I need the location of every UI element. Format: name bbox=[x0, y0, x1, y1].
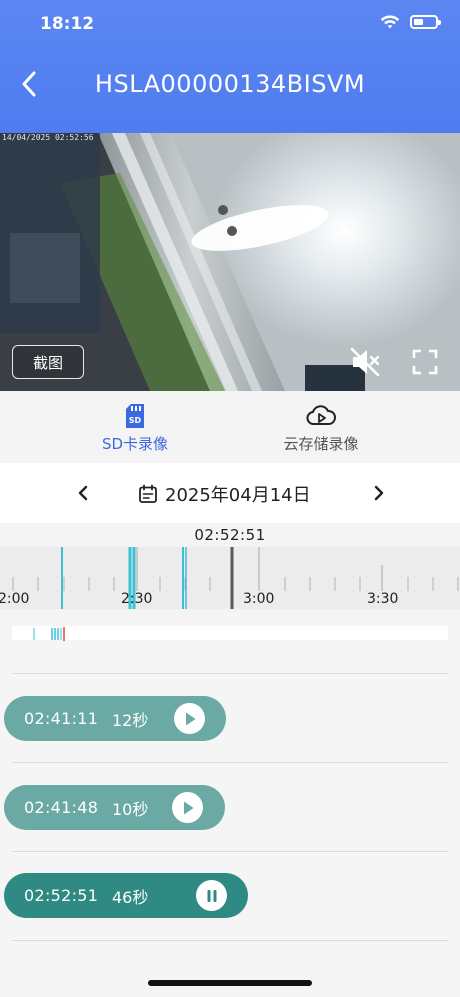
fullscreen-button[interactable] bbox=[410, 347, 440, 377]
date-picker[interactable]: 2025年04月14日 bbox=[138, 481, 311, 507]
home-indicator[interactable] bbox=[148, 980, 312, 986]
selected-date: 2025年04月14日 bbox=[165, 485, 311, 506]
divider bbox=[12, 940, 448, 941]
tab-sd-card-label: SD卡录像 bbox=[101, 435, 169, 453]
cloud-play-icon bbox=[306, 405, 336, 425]
status-time: 18:12 bbox=[40, 14, 95, 34]
divider bbox=[12, 762, 448, 763]
recording-source-tabs: SD SD卡录像 云存储录像 bbox=[0, 391, 460, 463]
timeline-overview[interactable] bbox=[12, 626, 448, 641]
play-button[interactable] bbox=[174, 703, 205, 734]
mute-button[interactable] bbox=[348, 345, 382, 379]
calendar-icon bbox=[139, 484, 157, 503]
chevron-right-icon bbox=[374, 485, 384, 501]
status-icons bbox=[380, 14, 441, 30]
top-header: 18:12 HSLA00000134BISVM bbox=[0, 0, 460, 133]
tab-cloud-label: 云存储录像 bbox=[283, 435, 359, 453]
play-button[interactable] bbox=[172, 792, 203, 823]
date-selector: 2025年04月14日 bbox=[0, 463, 460, 523]
clip-duration: 46秒 bbox=[112, 887, 149, 907]
svg-text:SD: SD bbox=[129, 416, 142, 425]
play-icon bbox=[185, 712, 195, 725]
pause-button[interactable] bbox=[196, 880, 227, 911]
wifi-icon bbox=[380, 15, 400, 29]
pause-icon bbox=[207, 889, 216, 902]
clip-start-time: 02:41:11 bbox=[24, 709, 99, 728]
timeline: 02:52:51 2:00 2:30 3:00 3:30 bbox=[0, 523, 460, 615]
speaker-muted-icon bbox=[350, 347, 380, 377]
snapshot-button[interactable]: 截图 bbox=[12, 345, 84, 379]
timeline-tick-label: 3:30 bbox=[367, 591, 399, 607]
battery-icon bbox=[410, 15, 441, 29]
sd-card-icon: SD bbox=[126, 404, 144, 428]
divider bbox=[12, 673, 448, 674]
clip-item-active[interactable]: 02:52:51 46秒 bbox=[4, 873, 248, 918]
video-player[interactable]: 14/04/2025 02:52:56 截图 bbox=[0, 133, 460, 391]
clip-start-time: 02:41:48 bbox=[24, 798, 99, 817]
timeline-cursor-time: 02:52:51 bbox=[194, 526, 266, 544]
chevron-left-icon bbox=[78, 485, 88, 501]
clip-item[interactable]: 02:41:11 12秒 bbox=[4, 696, 226, 741]
video-timestamp-overlay: 14/04/2025 02:52:56 bbox=[2, 133, 94, 142]
clip-duration: 10秒 bbox=[112, 799, 149, 819]
next-day-button[interactable] bbox=[366, 479, 392, 507]
page-title: HSLA00000134BISVM bbox=[94, 70, 366, 98]
overview-markers bbox=[33, 627, 65, 641]
play-icon bbox=[183, 801, 193, 814]
timeline-tick-label: 2:30 bbox=[121, 591, 153, 607]
clip-item[interactable]: 02:41:48 10秒 bbox=[4, 785, 225, 830]
fullscreen-icon bbox=[412, 349, 438, 375]
clip-start-time: 02:52:51 bbox=[24, 886, 99, 905]
timeline-tick-label: 3:00 bbox=[243, 591, 275, 607]
previous-day-button[interactable] bbox=[70, 479, 96, 507]
tab-cloud[interactable]: 云存储录像 bbox=[206, 391, 436, 463]
timeline-tick-label: 2:00 bbox=[0, 591, 30, 607]
divider bbox=[12, 851, 448, 852]
clip-duration: 12秒 bbox=[112, 710, 149, 730]
timeline-ticks: 2:00 2:30 3:00 3:30 bbox=[0, 591, 460, 609]
